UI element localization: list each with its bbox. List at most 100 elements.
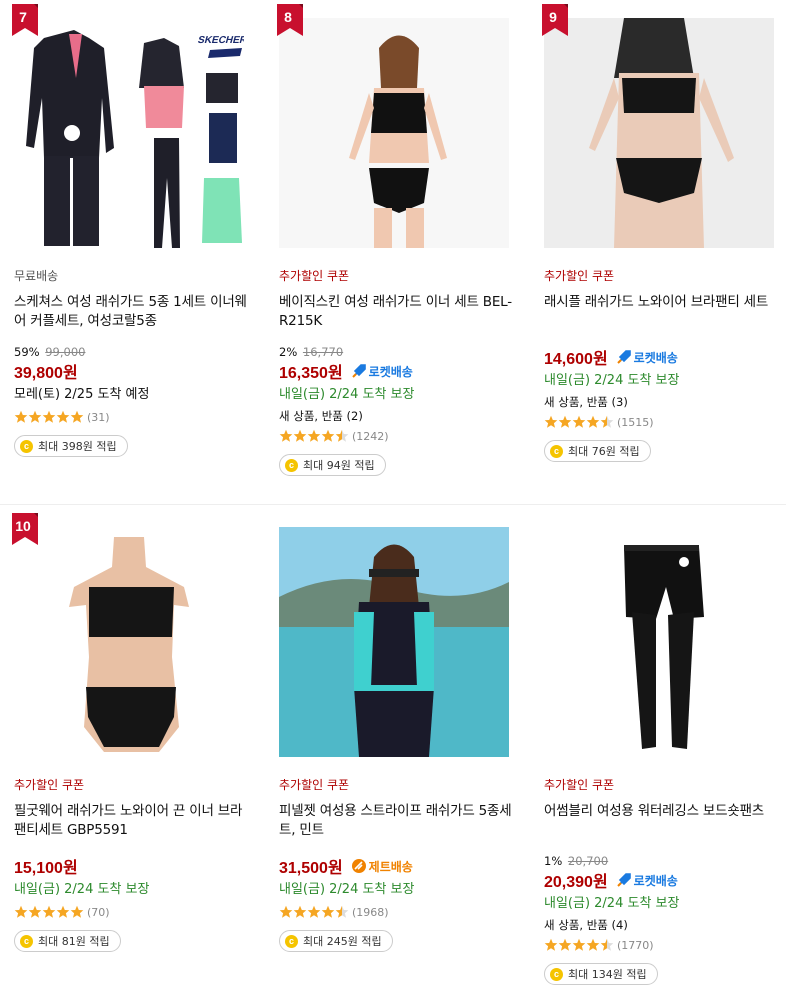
reward-points: c 최대 398원 적립 <box>14 435 128 457</box>
rank-badge: 8 <box>277 4 303 36</box>
original-price: 20,700 <box>567 854 609 868</box>
review-count: (1242) <box>352 429 389 443</box>
star-icon <box>600 415 614 428</box>
product-badge: 추가할인 쿠폰 <box>14 778 85 792</box>
star-icon <box>293 905 307 918</box>
product-badge: 추가할인 쿠폰 <box>544 269 615 283</box>
rating: (1515) <box>544 414 782 430</box>
discount-rate: 59% <box>14 345 40 359</box>
product-card[interactable]: 추가할인 쿠폰 어썸블리 여성용 워터레깅스 보드숏팬츠 1% 20,700 2… <box>544 527 782 985</box>
arrival-info: 모레(토) 2/25 도착 예정 <box>14 387 150 402</box>
arrival-info: 내일(금) 2/24 도착 보장 <box>279 882 415 897</box>
price-line: 31,500원 제트배송 <box>279 856 517 877</box>
discount-line: 1% 20,700 <box>544 854 782 868</box>
reward-points: c 최대 245원 적립 <box>279 930 393 952</box>
product-card[interactable]: 8 추가할인 쿠폰 베이직스킨 여성 래쉬가드 이너 세트 BEL-R215K <box>277 4 517 476</box>
reward-points: c 최대 134원 적립 <box>544 963 658 985</box>
star-icon <box>42 905 56 918</box>
star-icon <box>335 905 349 918</box>
star-icon <box>293 429 307 442</box>
product-badge: 무료배송 <box>14 269 59 283</box>
rank-badge: 9 <box>542 4 568 36</box>
water-leggings-icon <box>544 527 774 757</box>
product-name[interactable]: 스케쳐스 여성 래쉬가드 5종 1세트 이너웨어 커플세트, 여성코랄5종 <box>14 293 252 331</box>
review-summary: 새 상품, 반품 (2) <box>279 409 363 423</box>
star-icon <box>14 905 28 918</box>
sale-price: 16,350원 <box>279 365 343 382</box>
rocket-delivery-badge: 로켓배송 <box>616 349 678 366</box>
coin-icon: c <box>285 458 298 472</box>
star-icon <box>572 938 586 951</box>
arrival-info: 내일(금) 2/24 도착 보장 <box>544 373 680 388</box>
rocket-icon <box>616 873 631 887</box>
star-icon <box>28 410 42 423</box>
product-image[interactable] <box>14 527 244 757</box>
coin-icon: c <box>550 444 563 458</box>
star-rating <box>544 938 614 952</box>
sale-price: 14,600원 <box>544 351 608 368</box>
product-image[interactable]: SKECHERS <box>14 18 244 248</box>
discount-line: 2% 16,770 <box>279 345 517 359</box>
product-name[interactable]: 피넬젯 여성용 스트라이프 래쉬가드 5종세트, 민트 <box>279 802 517 840</box>
coin-icon: c <box>285 934 298 948</box>
jet-delivery-badge: 제트배송 <box>351 858 413 875</box>
original-price: 99,000 <box>45 345 86 359</box>
star-icon <box>321 905 335 918</box>
star-icon <box>70 905 84 918</box>
star-icon <box>56 905 70 918</box>
star-icon <box>335 429 349 442</box>
product-badge: 추가할인 쿠폰 <box>544 778 615 792</box>
product-name[interactable]: 필굿웨어 래쉬가드 노와이어 끈 이너 브라팬티세트 GBP5591 <box>14 802 252 840</box>
rocket-delivery-badge: 로켓배송 <box>616 872 678 889</box>
product-image[interactable] <box>279 527 509 757</box>
mannequin-bra-set-icon <box>14 527 244 757</box>
product-card[interactable]: 7 SKECHERS 무료배송 스케쳐스 여성 래쉬가드 5종 1세트 이너웨어… <box>12 4 252 457</box>
review-summary: 새 상품, 반품 (4) <box>544 918 628 932</box>
product-image[interactable] <box>544 18 774 248</box>
sale-price: 39,800원 <box>14 365 78 382</box>
rank-badge: 7 <box>12 4 38 36</box>
star-rating <box>279 429 349 443</box>
product-card[interactable]: 10 추가할인 쿠폰 필굿웨어 래쉬가드 노와이어 끈 이너 브라팬티세트 GB… <box>12 513 252 952</box>
product-name[interactable]: 베이직스킨 여성 래쉬가드 이너 세트 BEL-R215K <box>279 293 517 331</box>
review-count: (70) <box>87 905 110 919</box>
discount-rate: 1% <box>544 854 563 868</box>
star-icon <box>28 905 42 918</box>
star-icon <box>42 410 56 423</box>
arrival-info: 내일(금) 2/24 도착 보장 <box>279 387 415 402</box>
star-rating <box>279 905 349 919</box>
coin-icon: c <box>20 934 33 948</box>
rashguard-set-icon: SKECHERS <box>14 18 244 248</box>
review-count: (1968) <box>352 905 389 919</box>
star-icon <box>279 905 293 918</box>
star-rating <box>14 905 84 919</box>
rank-badge: 10 <box>12 513 38 545</box>
rating: (1242) <box>279 428 517 444</box>
review-count: (1515) <box>617 415 654 429</box>
star-icon <box>56 410 70 423</box>
product-image[interactable] <box>279 18 509 248</box>
arrival-info: 내일(금) 2/24 도착 보장 <box>544 896 680 911</box>
svg-text:SKECHERS: SKECHERS <box>197 35 244 46</box>
sale-price: 31,500원 <box>279 860 343 877</box>
product-name[interactable]: 래시플 래쉬가드 노와이어 브라팬티 세트 <box>544 293 782 331</box>
product-name[interactable]: 어썸블리 여성용 워터레깅스 보드숏팬츠 <box>544 802 782 840</box>
arrival-info: 내일(금) 2/24 도착 보장 <box>14 882 150 897</box>
review-count: (1770) <box>617 938 654 952</box>
sale-price: 15,100원 <box>14 860 78 877</box>
beach-rashguard-model-icon <box>279 527 509 757</box>
discount-rate: 2% <box>279 345 298 359</box>
product-badge: 추가할인 쿠폰 <box>279 269 350 283</box>
star-rating <box>544 415 614 429</box>
review-summary: 새 상품, 반품 (3) <box>544 395 628 409</box>
rocket-delivery-badge: 로켓배송 <box>351 363 413 380</box>
star-icon <box>321 429 335 442</box>
product-card[interactable]: 9 추가할인 쿠폰 래시플 래쉬가드 노와이어 브라팬티 세트 14,600원 <box>542 4 782 462</box>
star-icon <box>572 415 586 428</box>
product-image[interactable] <box>544 527 774 757</box>
product-card[interactable]: 추가할인 쿠폰 피넬젯 여성용 스트라이프 래쉬가드 5종세트, 민트 31,5… <box>279 527 517 952</box>
jet-icon <box>351 859 366 873</box>
rocket-icon <box>616 350 631 364</box>
product-grid: 7 SKECHERS 무료배송 스케쳐스 여성 래쉬가드 5종 1세트 이너웨어… <box>0 0 786 988</box>
price-line: 39,800원 <box>14 361 252 382</box>
